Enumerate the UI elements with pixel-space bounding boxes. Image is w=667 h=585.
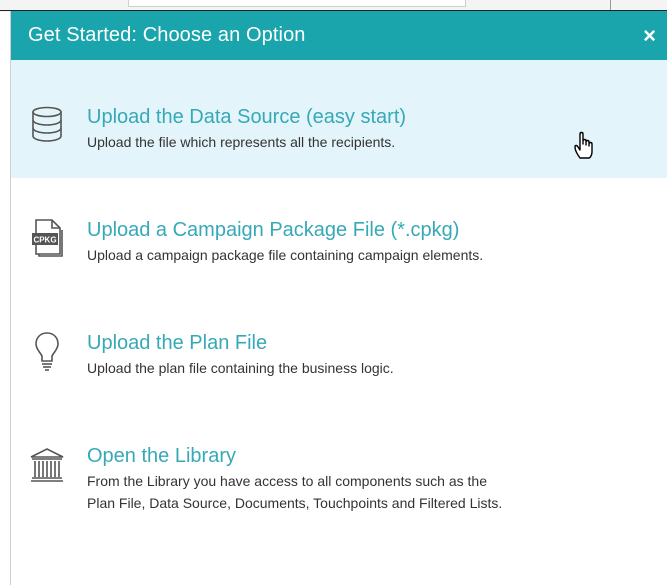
option-title[interactable]: Upload the Plan File <box>87 331 394 355</box>
hand-cursor-icon <box>573 130 597 165</box>
lightbulb-icon <box>17 291 77 371</box>
get-started-dialog: Get Started: Choose an Option × Upload t… <box>10 11 667 585</box>
library-icon <box>17 404 77 483</box>
option-description: Upload a campaign package file containin… <box>87 247 484 263</box>
close-icon[interactable]: × <box>643 24 656 47</box>
option-open-library[interactable]: Open the Library From the Library you ha… <box>11 404 667 554</box>
option-title[interactable]: Open the Library <box>87 444 502 468</box>
database-icon <box>17 60 77 142</box>
dialog-header: Get Started: Choose an Option × <box>11 11 667 60</box>
options-list: Upload the Data Source (easy start) Uplo… <box>11 60 667 554</box>
background-input <box>128 0 466 7</box>
cpkg-file-icon: CPKG <box>17 178 77 258</box>
option-description-line: From the Library you have access to all … <box>87 473 487 489</box>
option-upload-plan-file[interactable]: Upload the Plan File Upload the plan fil… <box>11 291 667 404</box>
option-description: Upload the plan file containing the busi… <box>87 360 394 376</box>
option-upload-campaign-package[interactable]: CPKG Upload a Campaign Package File (*.c… <box>11 178 667 291</box>
option-title[interactable]: Upload the Data Source (easy start) <box>87 105 406 129</box>
dialog-title: Get Started: Choose an Option <box>28 24 306 46</box>
option-description-line: Plan File, Data Source, Documents, Touch… <box>87 495 503 511</box>
option-upload-data-source[interactable]: Upload the Data Source (easy start) Uplo… <box>11 60 667 178</box>
option-description: From the Library you have access to all … <box>87 470 502 514</box>
option-description: Upload the file which represents all the… <box>87 134 396 150</box>
cpkg-icon-label: CPKG <box>33 236 56 245</box>
option-title[interactable]: Upload a Campaign Package File (*.cpkg) <box>87 218 483 242</box>
